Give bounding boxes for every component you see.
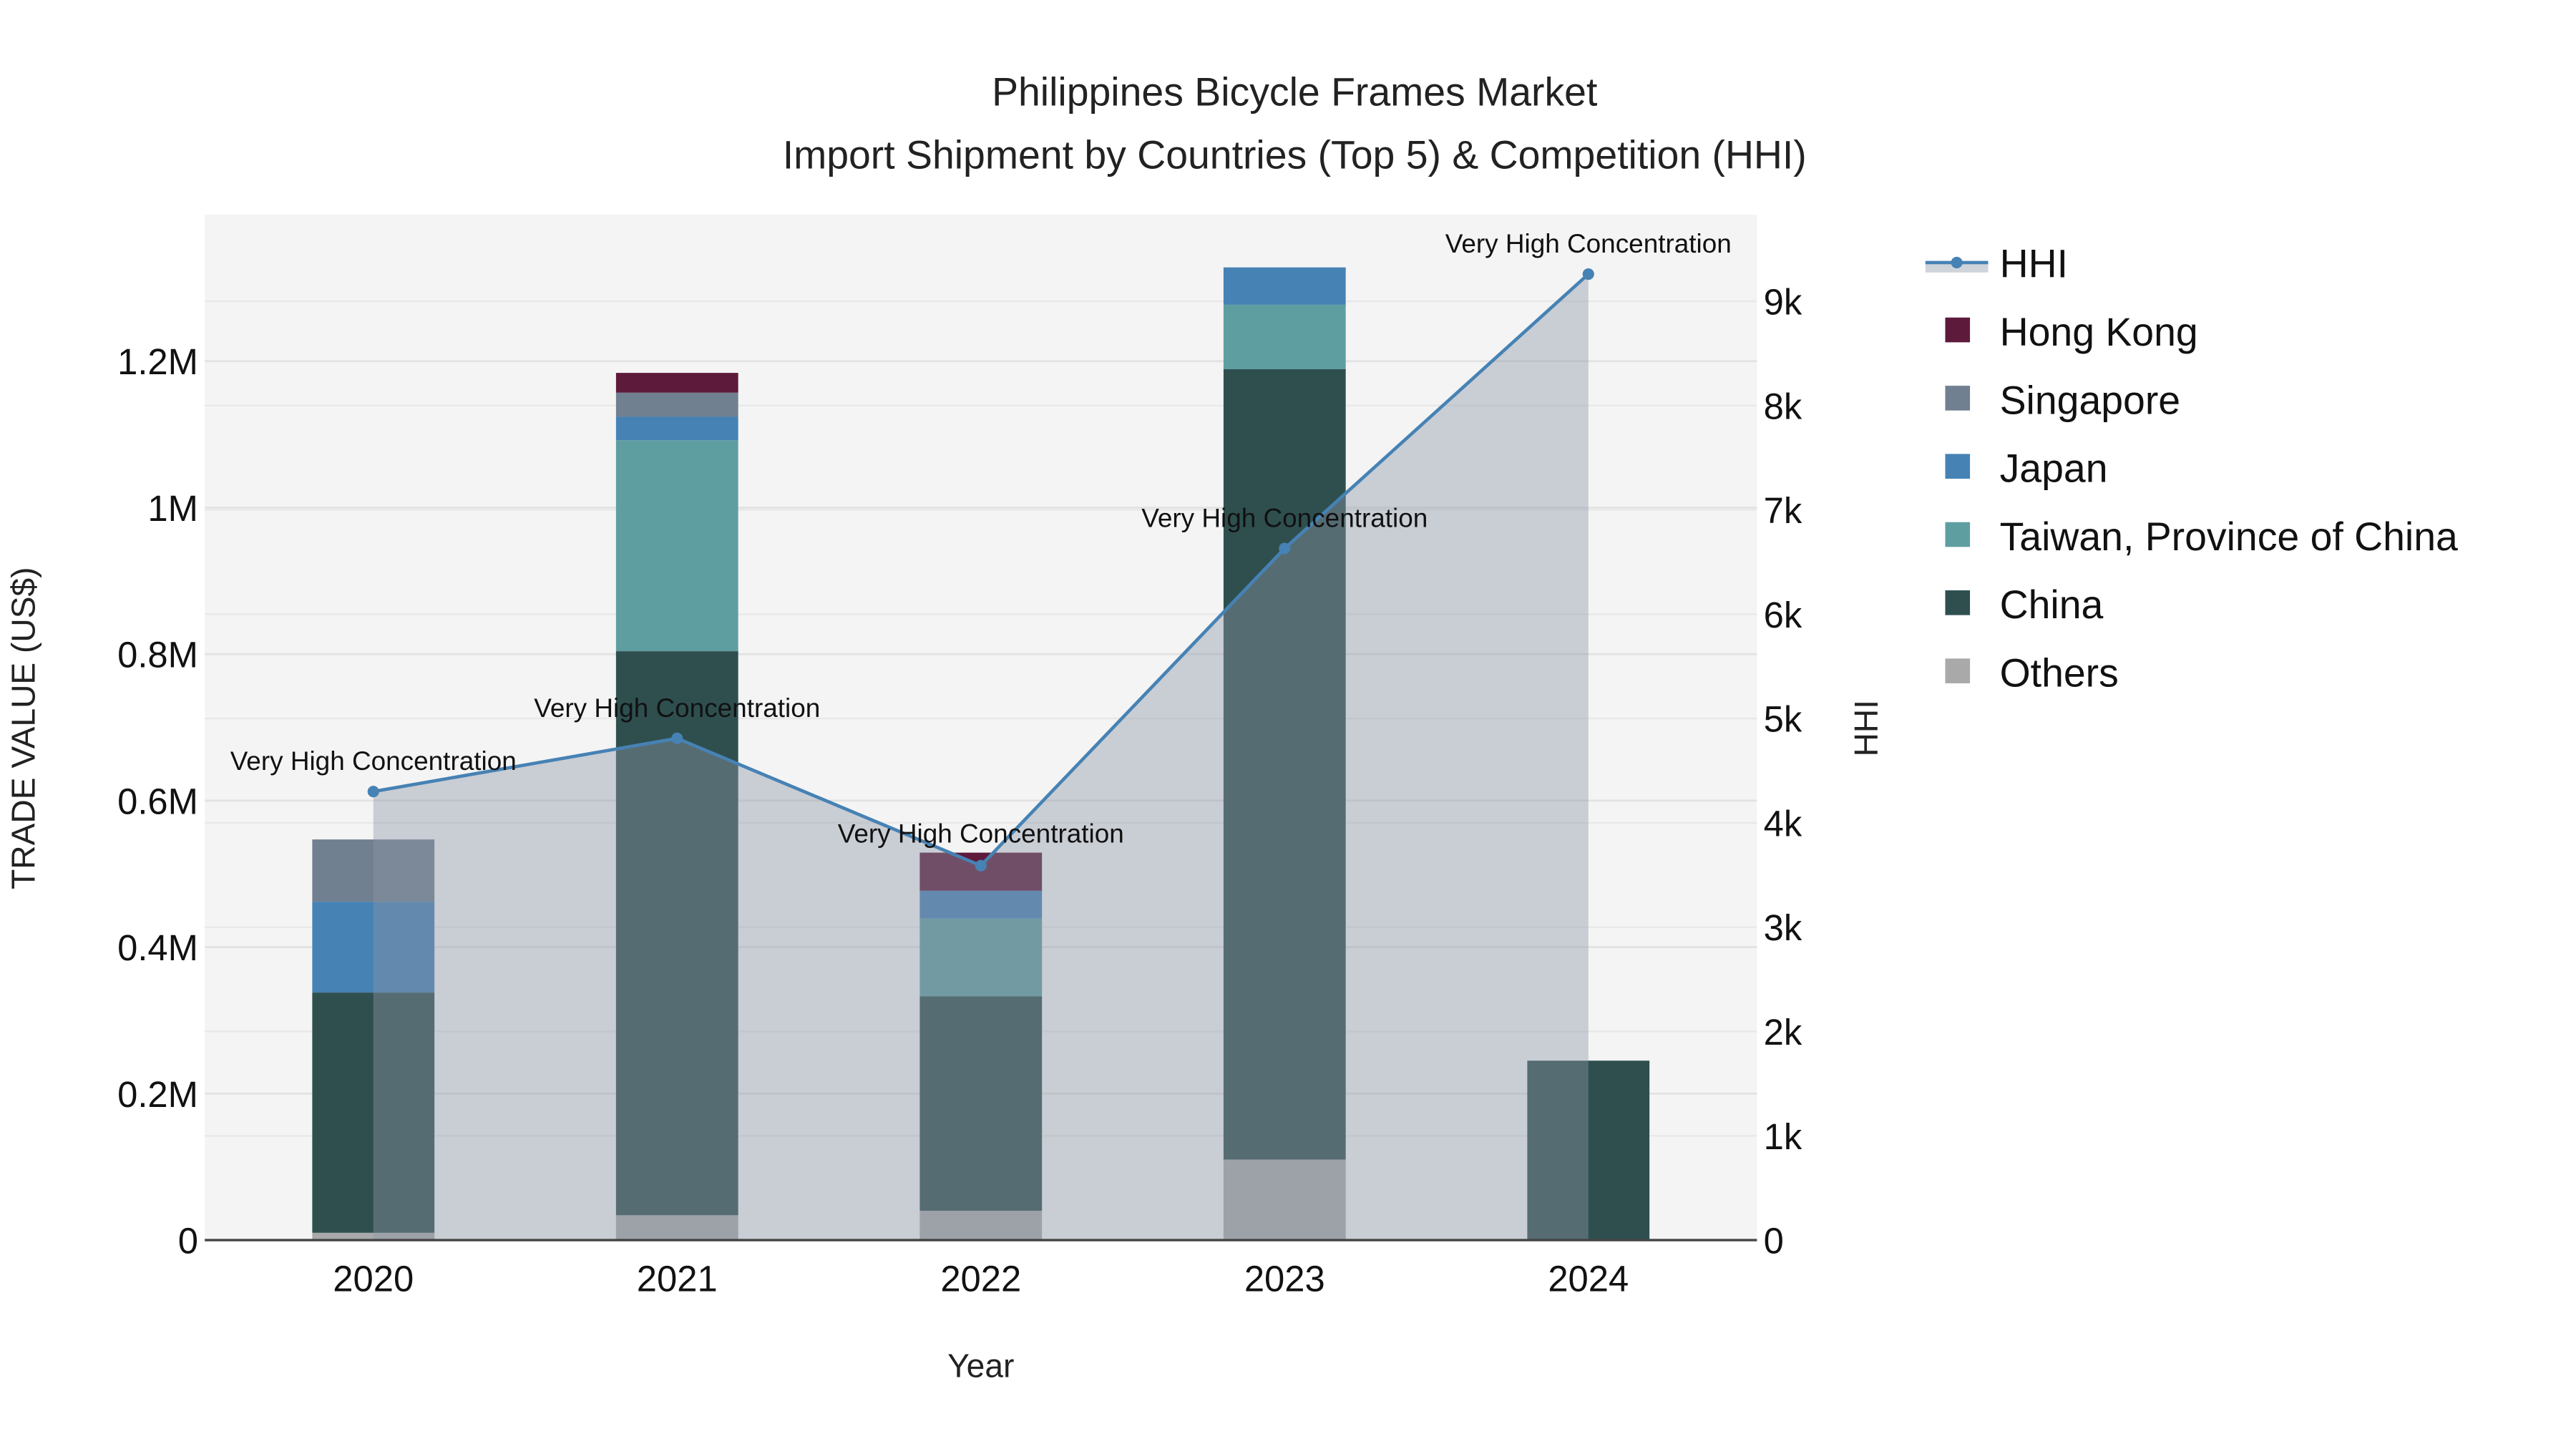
y-tick-label: 0 [178,1221,198,1262]
y2-tick-label: 6k [1764,595,1802,635]
hhi-point-2024[interactable] [1582,268,1594,280]
bar-taiwan-province-of-china-2023[interactable] [1223,304,1346,369]
legend-swatch-marker [1951,256,1963,268]
y-tick-label: 0.6M [117,781,198,821]
hhi-annotation: Very High Concentration [838,819,1124,848]
y2-tick-label: 8k [1764,386,1802,426]
y-axis-title: TRADE VALUE (US$) [4,567,42,889]
y-tick-label: 0.4M [117,927,198,968]
legend-swatch [1945,454,1971,479]
legend-item-hong-kong[interactable]: Hong Kong [1945,310,2198,354]
legend-swatch [1945,522,1971,547]
hhi-point-2021[interactable] [671,732,683,744]
y2-tick-label: 3k [1764,907,1802,948]
legend-swatch [1945,658,1971,683]
chart-title: Philippines Bicycle Frames Market [992,70,1597,114]
legend-label: Japan [2000,447,2108,491]
bar-japan-2021[interactable] [615,416,738,441]
x-tick-label: 2023 [1244,1259,1325,1299]
y2-tick-label: 5k [1764,699,1802,740]
hhi-point-2020[interactable] [367,786,379,798]
legend-item-others[interactable]: Others [1945,651,2119,696]
x-tick-label: 2024 [1548,1259,1629,1299]
y2-tick-label: 0 [1764,1221,1784,1262]
legend-item-china[interactable]: China [1945,582,2104,627]
bar-taiwan-province-of-china-2021[interactable] [615,440,738,652]
legend-item-taiwan-province-of-china[interactable]: Taiwan, Province of China [1945,514,2458,559]
x-tick-label: 2021 [637,1259,718,1299]
y-tick-label: 1M [147,488,198,529]
legend-swatch [1945,386,1971,411]
chart-subtitle: Import Shipment by Countries (Top 5) & C… [783,132,1807,177]
legend-item-japan[interactable]: Japan [1945,447,2108,491]
legend-label: Others [2000,651,2119,696]
legend-label: Taiwan, Province of China [2000,514,2458,559]
chart: Philippines Bicycle Frames Market Import… [4,70,2458,1385]
legend-label: HHI [2000,242,2068,286]
y2-tick-label: 4k [1764,803,1802,844]
x-axis-title: Year [947,1347,1014,1385]
hhi-point-2022[interactable] [975,859,987,872]
y2-axis-title: HHI [1848,700,1885,756]
hhi-point-2023[interactable] [1279,542,1291,555]
legend-label: China [2000,582,2104,627]
hhi-annotation: Very High Concentration [534,693,820,723]
legend-item-singapore[interactable]: Singapore [1945,378,2180,422]
hhi-annotation: Very High Concentration [230,746,517,776]
legend: HHI Hong Kong Singapore Japan Taiwan, Provin… [1925,242,2458,696]
y-tick-label: 0.8M [117,635,198,675]
legend-swatch [1945,590,1971,615]
hhi-annotation: Very High Concentration [1445,229,1732,258]
hhi-annotation: Very High Concentration [1141,504,1428,533]
x-tick-label: 2020 [333,1259,414,1299]
y-tick-label: 1.2M [117,341,198,382]
y-tick-label: 0.2M [117,1074,198,1115]
x-tick-label: 2022 [940,1259,1021,1299]
legend-label: Singapore [2000,378,2180,422]
bar-hong-kong-2021[interactable] [615,373,738,393]
bar-japan-2023[interactable] [1223,267,1346,305]
y2-tick-label: 9k [1764,281,1802,322]
bar-singapore-2021[interactable] [615,392,738,417]
y2-tick-label: 2k [1764,1012,1802,1053]
legend-label: Hong Kong [2000,310,2198,354]
y2-tick-label: 7k [1764,490,1802,531]
legend-swatch [1945,317,1971,343]
legend-item-hhi[interactable]: HHI [1925,242,2068,286]
y2-tick-label: 1k [1764,1116,1802,1157]
